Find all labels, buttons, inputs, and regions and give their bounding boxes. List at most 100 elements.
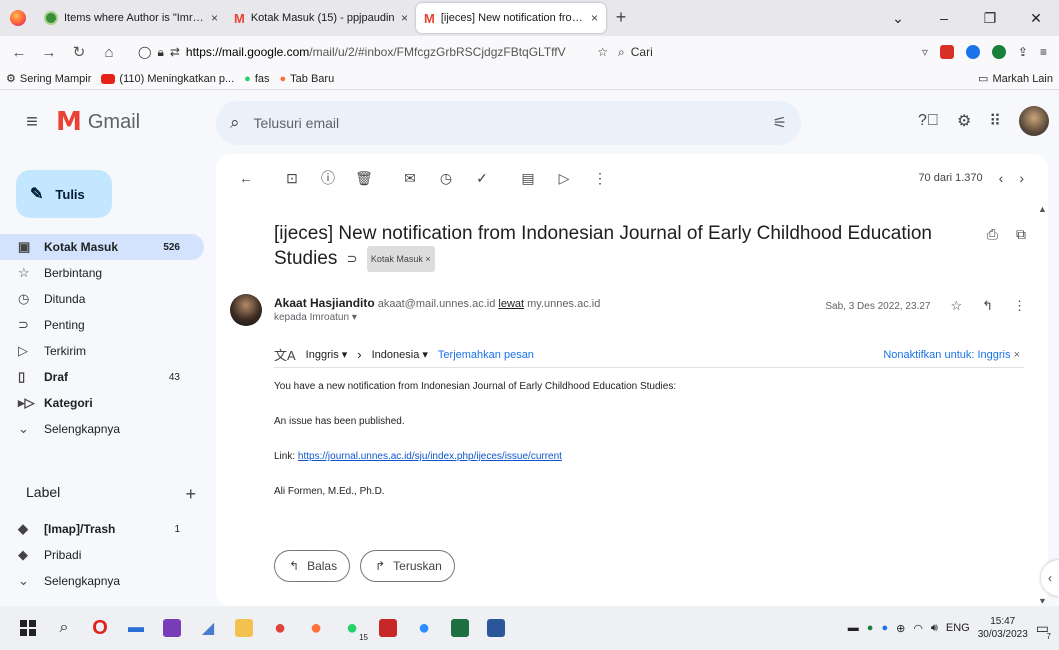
account-avatar[interactable] — [1019, 106, 1049, 136]
sender-avatar[interactable] — [230, 294, 262, 326]
print-icon[interactable]: ⎙ — [987, 226, 998, 243]
opera-icon[interactable]: O — [82, 610, 118, 646]
tab-list-icon[interactable]: ⌄ — [875, 10, 921, 27]
close-tab-icon[interactable]: × — [591, 11, 598, 25]
file-explorer-icon[interactable] — [226, 610, 262, 646]
via-link[interactable]: lewat — [498, 298, 524, 310]
reply-icon[interactable]: ↰ — [982, 298, 993, 314]
archive-icon[interactable]: ⊡ — [274, 170, 310, 187]
browser-search-box[interactable]: ⌕ Cari — [612, 39, 837, 65]
scroll-up-icon[interactable]: ▲ — [1038, 204, 1047, 214]
network-icon[interactable]: ⊕ — [896, 622, 905, 635]
back-icon[interactable]: ← — [6, 44, 32, 61]
search-icon[interactable]: ⌕ — [230, 113, 240, 133]
word-icon[interactable] — [478, 610, 514, 646]
start-button[interactable] — [10, 610, 46, 646]
sidebar-item-sent[interactable]: ▷ Terkirim — [0, 338, 204, 364]
close-tab-icon[interactable]: × — [211, 11, 218, 25]
share-icon[interactable]: ⇪ — [1018, 45, 1028, 59]
translate-message-link[interactable]: Terjemahkan pesan — [438, 349, 534, 361]
vertical-scrollbar[interactable]: ▲ ▼ — [1036, 200, 1048, 606]
language-indicator[interactable]: ENG — [946, 622, 970, 634]
help-icon[interactable]: ?⃝ — [918, 112, 939, 130]
close-tab-icon[interactable]: × — [401, 11, 408, 25]
sidebar-item-categories[interactable]: ▸▷ Kategori — [0, 390, 204, 416]
open-new-window-icon[interactable]: ⧉ — [1016, 226, 1026, 243]
reply-button[interactable]: ↰ Balas — [274, 550, 351, 582]
browser-tab[interactable]: M Kotak Masuk (15) - ppjpaudin × — [226, 3, 416, 33]
lock-icon[interactable]: 🔒︎ — [157, 45, 163, 60]
app-icon[interactable] — [154, 610, 190, 646]
app-icon[interactable] — [370, 610, 406, 646]
settings-gear-icon[interactable]: ⚙ — [957, 111, 971, 131]
bookmark-item[interactable]: ● Tab Baru — [280, 73, 335, 85]
app-menu-icon[interactable]: ≡ — [1040, 45, 1047, 59]
zoom-icon[interactable]: ● — [406, 610, 442, 646]
sidebar-item-more[interactable]: ⌄ Selengkapnya — [0, 416, 204, 442]
notification-icon[interactable]: ▭ 7 — [1036, 620, 1051, 641]
snooze-icon[interactable]: ◷ — [428, 170, 464, 187]
whatsapp-icon[interactable]: ● 15 — [334, 610, 370, 646]
disable-translate-link[interactable]: Nonaktifkan untuk: Inggris × — [883, 349, 1024, 361]
report-spam-icon[interactable]: ⓘ — [310, 168, 346, 188]
url-bar[interactable]: ◯ 🔒︎ ⇄ https://mail.google.com/mail/u/2/… — [138, 39, 608, 65]
browser-tab[interactable]: Items where Author is "Imroatu × — [36, 3, 226, 33]
main-menu-icon[interactable]: ≡ — [8, 111, 56, 134]
bookmark-item[interactable]: (110) Meningkatkan p... — [101, 73, 234, 85]
scroll-down-icon[interactable]: ▼ — [1038, 596, 1047, 606]
computer-icon[interactable]: ▬ — [118, 610, 154, 646]
permissions-icon[interactable]: ⇄ — [170, 45, 180, 59]
minimize-icon[interactable]: – — [921, 10, 967, 26]
sidebar-item-inbox[interactable]: ▣ Kotak Masuk 526 — [0, 234, 204, 260]
extension-blue-icon[interactable] — [965, 45, 980, 59]
sidebar-item-starred[interactable]: ☆ Berbintang — [0, 260, 204, 286]
bookmark-item[interactable]: ⚙ Sering Mampir — [6, 72, 91, 86]
gmail-logo[interactable]: M Gmail — [56, 107, 216, 137]
important-marker-icon[interactable]: ⊃ — [347, 251, 358, 266]
sidebar-item-snoozed[interactable]: ◷ Ditunda — [0, 286, 204, 312]
home-icon[interactable]: ⌂ — [96, 44, 122, 61]
wifi-icon[interactable]: ◠ — [913, 622, 923, 635]
browser-tab-active[interactable]: M [ijeces] New notification from I × — [416, 3, 606, 33]
other-bookmarks[interactable]: ▭ Markah Lain — [978, 72, 1053, 86]
new-tab-button[interactable]: + — [606, 7, 636, 28]
add-label-button[interactable]: + — [185, 484, 196, 505]
message-more-icon[interactable]: ⋮ — [1013, 298, 1026, 314]
sidebar-item-label-personal[interactable]: ◆ Pribadi — [0, 542, 204, 568]
forward-button[interactable]: ↱ Teruskan — [360, 550, 455, 582]
issue-link[interactable]: https://journal.unnes.ac.id/sju/index.ph… — [298, 451, 562, 462]
sidebar-item-label-trash[interactable]: ◆ [Imap]/Trash 1 — [0, 516, 204, 542]
firefox-menu-icon[interactable] — [0, 0, 36, 36]
app-icon[interactable]: ◢ — [190, 610, 226, 646]
sidebar-item-drafts[interactable]: ▯ Draf 43 — [0, 364, 204, 390]
search-icon[interactable]: ⌕ — [46, 610, 82, 646]
bookmark-star-icon[interactable]: ☆ — [597, 45, 608, 59]
add-task-icon[interactable]: ✓ — [464, 170, 500, 187]
battery-icon[interactable]: ▬ — [848, 622, 859, 634]
sender-name[interactable]: Akaat Hasjiandito — [274, 296, 375, 310]
more-options-icon[interactable]: ⋮ — [582, 170, 618, 187]
pocket-icon[interactable]: ▿ — [922, 45, 928, 59]
extension-red-icon[interactable] — [939, 45, 954, 59]
tray-app-icon[interactable]: ● — [881, 622, 888, 634]
move-to-icon[interactable]: ▤ — [510, 170, 546, 187]
excel-icon[interactable] — [442, 610, 478, 646]
mail-search-input[interactable]: ⌕ Telusuri email ⚟ — [216, 101, 801, 145]
tray-app-icon[interactable]: ● — [867, 622, 874, 634]
mark-unread-icon[interactable]: ✉ — [392, 170, 428, 187]
apps-grid-icon[interactable]: ⠿ — [989, 111, 1001, 131]
chrome-icon[interactable]: ● — [262, 610, 298, 646]
maximize-icon[interactable]: ❐ — [967, 10, 1013, 27]
close-icon[interactable]: × — [1014, 349, 1020, 361]
reload-icon[interactable]: ↻ — [66, 43, 92, 61]
inbox-label-chip[interactable]: Kotak Masuk × — [366, 246, 435, 272]
volume-icon[interactable]: 🔊︎ — [931, 622, 938, 635]
sidebar-item-labels-more[interactable]: ⌄ Selengkapnya — [0, 568, 204, 594]
forward-icon[interactable]: → — [36, 44, 62, 61]
target-language-select[interactable]: Indonesia ▾ — [372, 348, 428, 361]
delete-icon[interactable]: 🗑︎ — [346, 170, 382, 187]
label-as-icon[interactable]: ▷ — [546, 170, 582, 187]
close-window-icon[interactable]: ✕ — [1013, 10, 1059, 27]
older-email-icon[interactable]: › — [1019, 170, 1024, 186]
clock[interactable]: 15:47 30/03/2023 — [978, 615, 1028, 641]
